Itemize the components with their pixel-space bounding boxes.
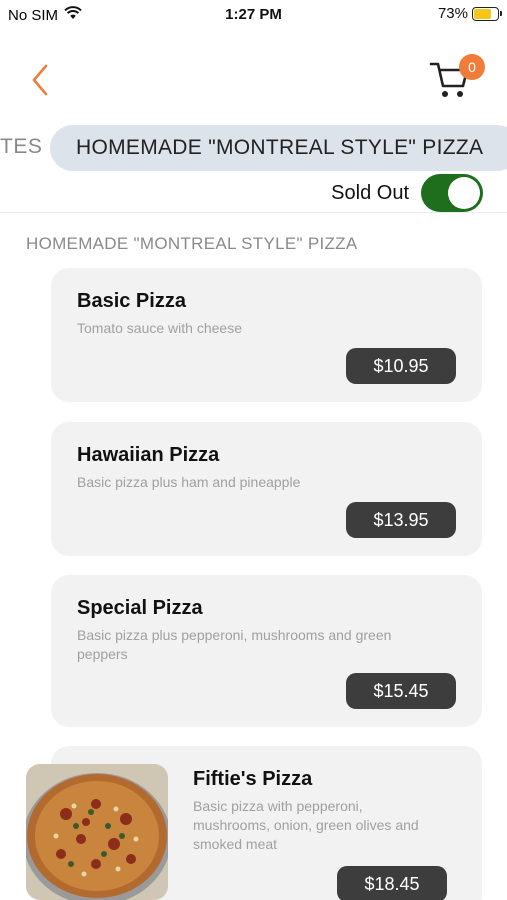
section-header: HOMEMADE "MONTREAL STYLE" PIZZA [26, 234, 358, 253]
menu-item-price-button[interactable]: $13.95 [346, 502, 456, 538]
battery-percent: 73% [437, 5, 468, 22]
menu-item-description: Tomato sauce with cheese [77, 320, 242, 336]
menu-item-description: Basic pizza plus ham and pineapple [77, 474, 301, 490]
toggle-knob [448, 177, 480, 209]
sold-out-toggle[interactable] [421, 174, 483, 212]
status-bar: No SIM 1:27 PM 73% [0, 0, 507, 30]
menu-item-price-button[interactable]: $15.45 [346, 673, 456, 709]
menu-item-card[interactable]: Basic Pizza Tomato sauce with cheese $10… [51, 268, 482, 402]
tab-previous-category[interactable]: TES [0, 135, 42, 159]
menu-item-price-button[interactable]: $18.45 [337, 866, 447, 900]
battery-icon [472, 6, 502, 21]
cart-button[interactable]: 0 [429, 54, 485, 102]
battery-fill [474, 8, 491, 19]
clock: 1:27 PM [225, 6, 282, 23]
menu-item-name: Hawaiian Pizza [77, 444, 220, 466]
tab-active-category[interactable]: HOMEMADE "MONTREAL STYLE" PIZZA [50, 125, 507, 171]
menu-item-description: Basic pizza plus pepperoni, mushrooms an… [77, 627, 392, 662]
battery-indicator: 73% [437, 5, 502, 22]
nav-bar: 0 [0, 50, 507, 110]
pizza-image [26, 764, 168, 900]
menu-item-price-button[interactable]: $10.95 [346, 348, 456, 384]
menu-item-name: Special Pizza [77, 597, 203, 619]
back-button[interactable] [24, 56, 60, 96]
sold-out-control: Sold Out [331, 174, 483, 212]
sold-out-label: Sold Out [331, 181, 409, 204]
category-tabs: TES HOMEMADE "MONTREAL STYLE" PIZZA [0, 125, 507, 171]
menu-item-name: Basic Pizza [77, 290, 186, 312]
menu-item-card[interactable]: Hawaiian Pizza Basic pizza plus ham and … [51, 422, 482, 556]
chevron-left-icon [24, 64, 60, 100]
divider [0, 212, 507, 213]
menu-item-description: Basic pizza with pepperoni, mushrooms, o… [193, 798, 419, 852]
menu-item-name: Fiftie's Pizza [193, 768, 313, 790]
cart-count-badge: 0 [459, 54, 485, 80]
menu-item-card[interactable]: Special Pizza Basic pizza plus pepperoni… [51, 575, 482, 727]
